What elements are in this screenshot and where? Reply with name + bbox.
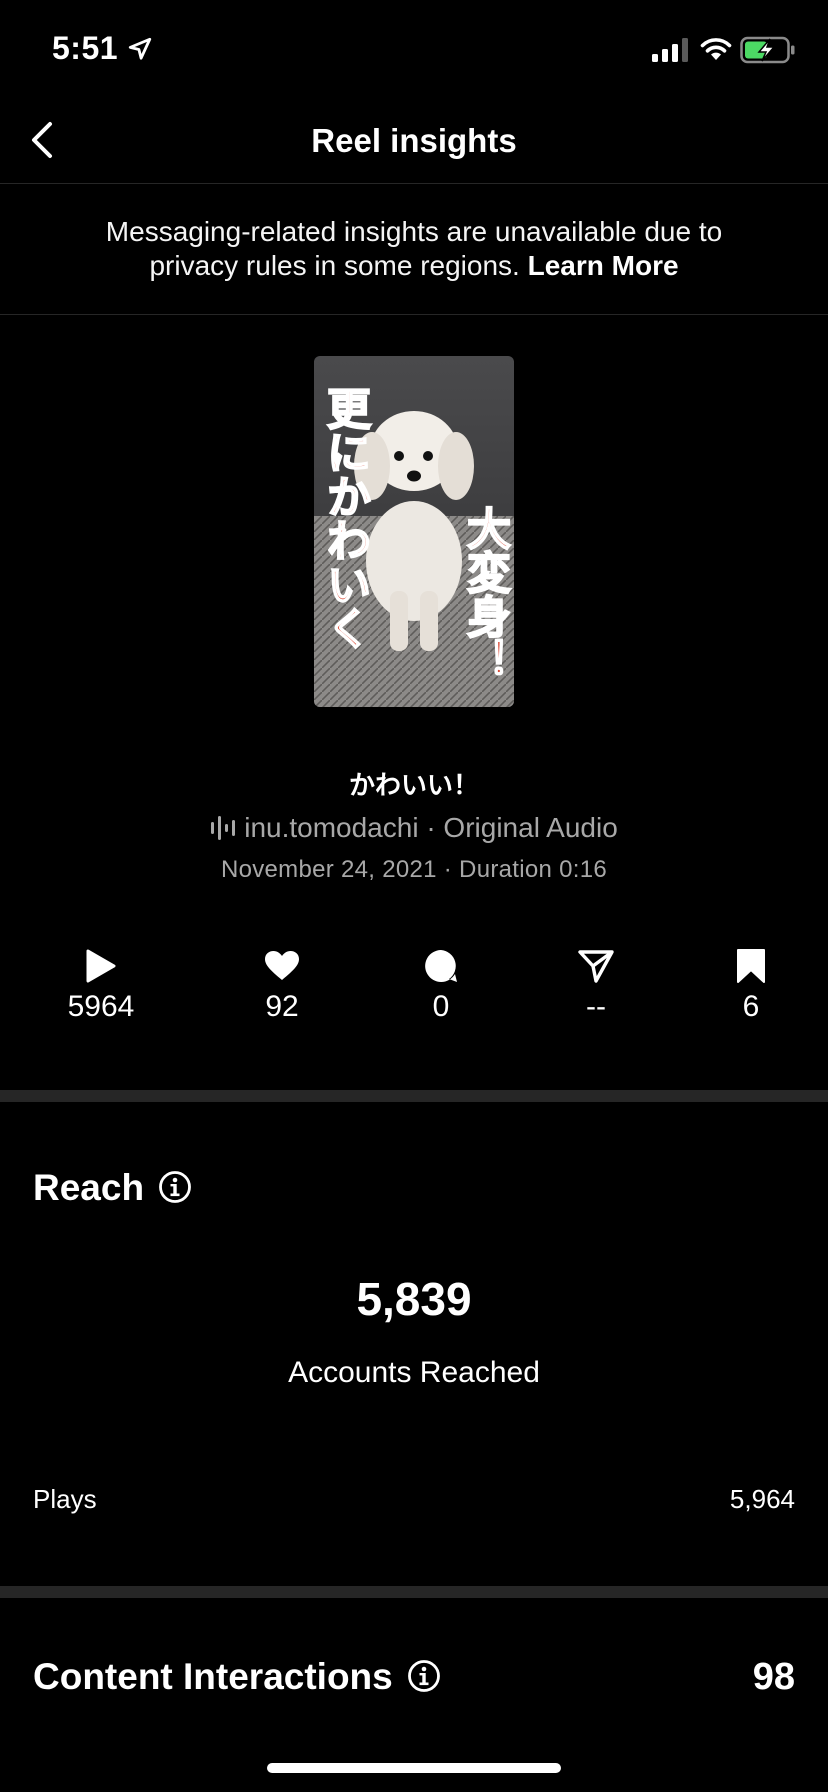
bookmark-icon — [737, 949, 765, 983]
battery-charging-icon — [740, 36, 795, 64]
reach-section-header: Reach — [33, 1167, 192, 1209]
plays-row-label: Plays — [33, 1484, 97, 1514]
plays-row-value: 5,964 — [729, 1484, 795, 1514]
likes-count: 92 — [265, 990, 299, 1023]
heart-icon — [265, 951, 299, 980]
page-title: Reel insights — [311, 122, 517, 159]
nav-header: Reel insights — [0, 100, 828, 184]
stat-plays: 5964 — [41, 948, 161, 1024]
reel-meta: November 24, 2021 · Duration 0:16 — [220, 856, 608, 883]
wifi-icon — [700, 38, 732, 60]
thumbnail-caption-left: 更にかわいく — [318, 385, 371, 651]
learn-more-link[interactable]: Learn More — [528, 250, 679, 281]
reel-thumbnail[interactable]: 更にかわいく 大変身！ — [314, 356, 514, 707]
plays-count: 5964 — [67, 990, 135, 1023]
stat-comments: 0 — [381, 948, 501, 1024]
cellular-signal-icon — [652, 38, 688, 62]
content-interactions-value: 98 — [752, 1656, 795, 1698]
location-arrow-icon — [128, 37, 152, 60]
section-divider — [0, 1090, 828, 1102]
comment-bubble-icon — [425, 950, 457, 982]
reel-title: かわいい！ — [348, 770, 479, 800]
status-time: 5:51 — [52, 30, 119, 66]
section-divider — [0, 1586, 828, 1598]
paper-plane-icon — [578, 950, 614, 983]
home-indicator[interactable] — [267, 1763, 561, 1773]
privacy-notice: Messaging-related insights are unavailab… — [0, 185, 828, 315]
info-icon[interactable] — [407, 1659, 441, 1693]
audio-waveform-icon — [211, 816, 236, 840]
audio-label: inu.tomodachi · Original Audio — [244, 812, 618, 843]
notice-text-line1: Messaging-related insights are unavailab… — [105, 216, 723, 247]
notice-text-line2: privacy rules in some regions. — [149, 250, 520, 281]
content-interactions-title: Content Interactions — [33, 1656, 393, 1697]
status-bar: 5:51 — [0, 0, 828, 100]
thumbnail-caption-right: 大変身！ — [458, 505, 511, 683]
stat-saves: 6 — [691, 948, 811, 1024]
audio-line[interactable]: inu.tomodachi · Original Audio — [0, 812, 828, 844]
comments-count: 0 — [432, 990, 450, 1023]
stat-shares: -- — [536, 948, 656, 1024]
info-icon[interactable] — [158, 1170, 192, 1204]
saves-count: 6 — [742, 990, 760, 1023]
reach-title: Reach — [33, 1167, 145, 1208]
stat-likes: 92 — [222, 948, 342, 1024]
content-interactions-header: Content Interactions — [33, 1656, 441, 1698]
shares-count: -- — [586, 990, 606, 1023]
accounts-reached-number: 5,839 — [356, 1273, 472, 1325]
accounts-reached-label: Accounts Reached — [288, 1356, 540, 1389]
play-icon — [86, 949, 116, 983]
